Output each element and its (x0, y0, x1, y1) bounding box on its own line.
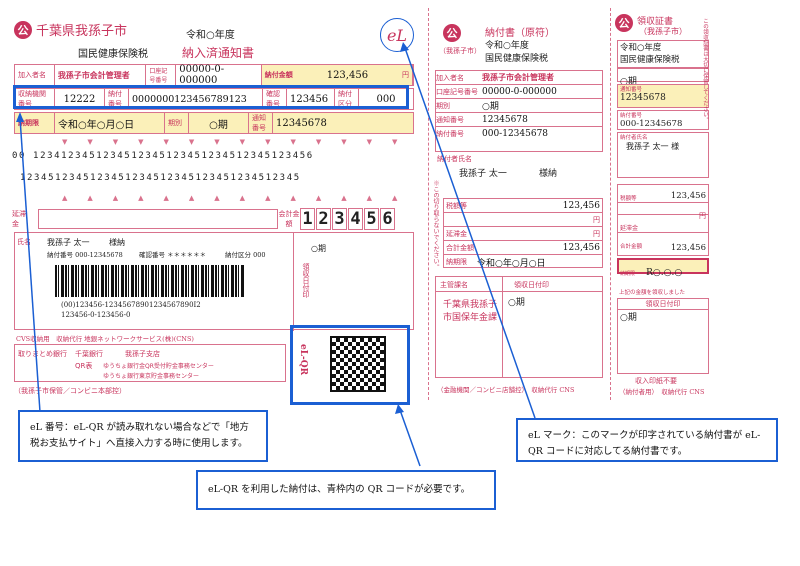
callout-el-mark: eL マーク：このマークが印字されている納付書が eL-QR コードに対応してる… (516, 418, 778, 462)
callout-el-number: eL 番号：eL-QR が読み取れない場合などで「地方税お支払サイト」へ直接入力… (18, 410, 268, 462)
callout-elqr: eL-QR を利用した納付は、青枠内の QR コードが必要です。 (196, 470, 496, 510)
